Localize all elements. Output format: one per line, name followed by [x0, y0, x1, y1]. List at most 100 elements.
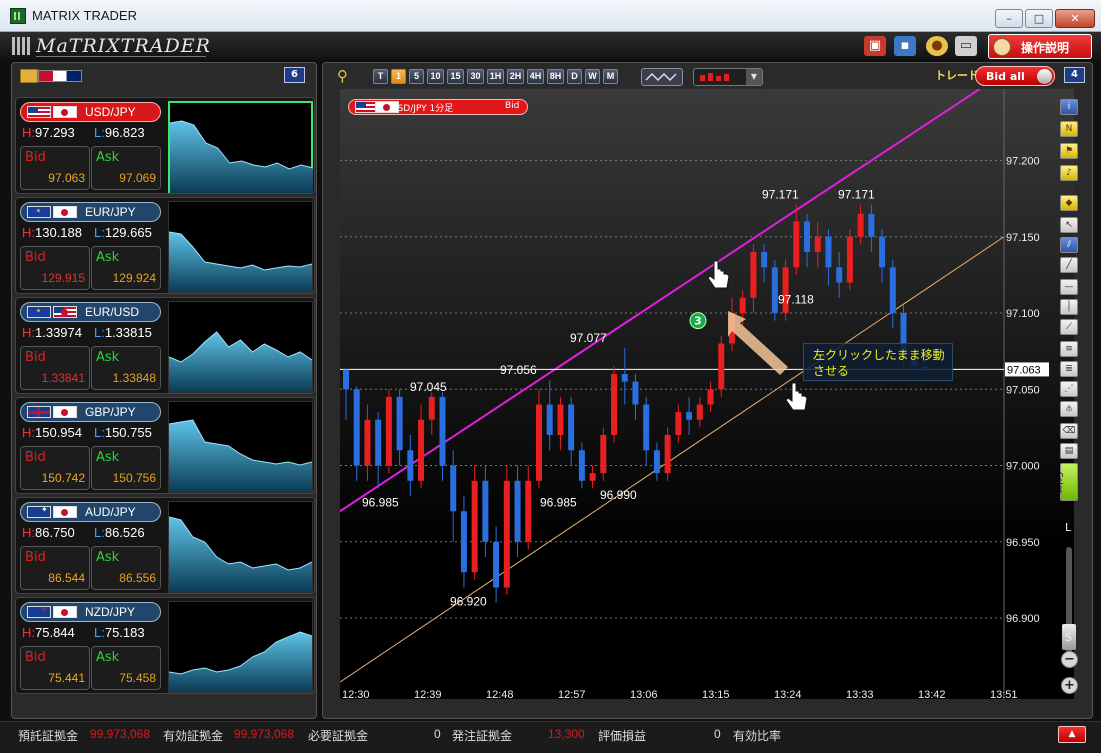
pair-card[interactable]: USD/JPY H:97.293 L:96.823 Bid 97.063 Ask…: [15, 97, 315, 194]
channel-icon[interactable]: ≣: [1060, 361, 1078, 377]
timeframe-button-w[interactable]: W: [585, 69, 600, 84]
bid-all-toggle[interactable]: Bid all: [975, 66, 1055, 86]
mini-chart[interactable]: [168, 101, 313, 193]
candle-style-dropdown[interactable]: ▼: [693, 68, 763, 86]
pair-card[interactable]: AUD/JPY H:86.750 L:86.526 Bid 86.544 Ask…: [15, 497, 315, 594]
palette-icon[interactable]: ●: [926, 36, 948, 56]
logo-mark-icon: [12, 37, 30, 55]
pair-header[interactable]: GBP/JPY: [20, 402, 161, 422]
chart-area[interactable]: 97.200 97.150 97.100 97.050 97.000 96.950 96.9…: [340, 89, 1074, 699]
timeframe-button-5[interactable]: 5: [409, 69, 424, 84]
pair-name: EUR/JPY: [85, 205, 136, 219]
timeframe-button-t[interactable]: T: [373, 69, 388, 84]
expand-up-button[interactable]: ▲: [1058, 726, 1086, 743]
maximize-button[interactable]: □: [1025, 9, 1053, 28]
mini-chart[interactable]: [168, 201, 313, 293]
eraser-icon[interactable]: ⌫: [1060, 423, 1078, 439]
currency-flags-icon[interactable]: [38, 70, 82, 82]
zoom-in-button[interactable]: +: [1061, 677, 1078, 694]
ask-quote-button[interactable]: Ask 97.069: [91, 146, 161, 190]
mini-chart[interactable]: [168, 401, 313, 493]
timeframe-button-m[interactable]: M: [603, 69, 618, 84]
timeframe-button-1h[interactable]: 1H: [487, 69, 504, 84]
toolbox-icon[interactable]: ▣: [864, 36, 886, 56]
save-icon[interactable]: ▪: [894, 36, 916, 56]
timeframe-button-15[interactable]: 15: [447, 69, 464, 84]
jp-flag-icon: [53, 206, 77, 218]
pair-card[interactable]: GBP/JPY H:150.954 L:150.755 Bid 150.742 …: [15, 397, 315, 494]
bid-quote-button[interactable]: Bid 75.441: [20, 646, 90, 690]
timeframe-button-8h[interactable]: 8H: [547, 69, 564, 84]
ask-quote-button[interactable]: Ask 75.458: [91, 646, 161, 690]
timeframe-button-1[interactable]: 1: [391, 69, 406, 84]
ask-label: Ask: [96, 550, 120, 565]
candle-body: [664, 435, 671, 474]
trend-line-icon[interactable]: ╱: [1060, 257, 1078, 273]
zoom-magnifier-icon[interactable]: ⚲: [337, 69, 359, 84]
gann-fan-icon[interactable]: ⋰: [1060, 381, 1078, 397]
bell-icon[interactable]: ♪: [1060, 165, 1078, 181]
timeframe-button-4h[interactable]: 4H: [527, 69, 544, 84]
pair-header[interactable]: EUR/USD: [20, 302, 161, 322]
pitchfork-icon[interactable]: ⫛: [1060, 401, 1078, 417]
horizontal-line-icon[interactable]: —: [1060, 279, 1078, 295]
candle-body: [836, 267, 843, 283]
pair-header[interactable]: AUD/JPY: [20, 502, 161, 522]
help-button[interactable]: 操作説明: [988, 34, 1092, 59]
info-icon[interactable]: i: [1060, 99, 1078, 115]
sparkline: [170, 120, 313, 193]
drawing-tools: i N ⚑ ♪ ◆ ↖ ⫽ ╱ — │ ⟋ ≡ ≣ ⋰ ⫛ ⌫ ▤ Color …: [1055, 99, 1081, 694]
toggle-knob: [1037, 69, 1052, 84]
ask-quote-button[interactable]: Ask 1.33848: [91, 346, 161, 390]
vertical-line-icon[interactable]: │: [1060, 299, 1078, 315]
pair-header[interactable]: EUR/JPY: [20, 202, 161, 222]
bid-quote-button[interactable]: Bid 1.33841: [20, 346, 90, 390]
bid-quote-button[interactable]: Bid 150.742: [20, 446, 90, 490]
zoom-out-button[interactable]: −: [1061, 651, 1078, 668]
news-icon[interactable]: N: [1060, 121, 1078, 137]
pair-card[interactable]: EUR/USD H:1.33974 L:1.33815 Bid 1.33841 …: [15, 297, 315, 394]
y-tick-label: 96.900: [1006, 613, 1040, 625]
bid-quote-button[interactable]: Bid 86.544: [20, 546, 90, 590]
mini-chart[interactable]: [168, 501, 313, 593]
chart-type-button[interactable]: [641, 68, 683, 86]
ask-quote-button[interactable]: Ask 129.924: [91, 246, 161, 290]
fibonacci-retracement-icon[interactable]: ≡: [1060, 341, 1078, 357]
logo-text: MaTRIXTRADER: [36, 35, 211, 57]
trade-label: トレード: [935, 69, 979, 82]
bid-quote-button[interactable]: Bid 97.063: [20, 146, 90, 190]
cursor-icon[interactable]: ↖: [1060, 217, 1078, 233]
pair-card[interactable]: EUR/JPY H:130.188 L:129.665 Bid 129.915 …: [15, 197, 315, 294]
candlestick-chart[interactable]: 97.200 97.150 97.100 97.050 97.000 96.950 96.9…: [340, 89, 1074, 699]
trash-icon[interactable]: ▤: [1060, 443, 1078, 459]
timeframe-button-d[interactable]: D: [567, 69, 582, 84]
folder-icon[interactable]: [20, 69, 38, 83]
pair-count-badge[interactable]: 6: [284, 67, 305, 83]
parallel-line-icon[interactable]: ⫽: [1060, 237, 1078, 253]
timeframe-button-10[interactable]: 10: [427, 69, 444, 84]
x-tick-label: 13:06: [630, 689, 658, 699]
chart-count-badge[interactable]: 4: [1064, 67, 1085, 83]
flag-marker-icon[interactable]: ⚑: [1060, 143, 1078, 159]
bid-price: 129.915: [41, 271, 85, 285]
high-price: H:75.844: [22, 625, 75, 640]
print-icon[interactable]: ▭: [955, 36, 977, 56]
fibonacci-fan-icon[interactable]: ⟋: [1060, 319, 1078, 335]
color-picker-icon[interactable]: Color: [1055, 463, 1078, 501]
window-title: MATRIX TRADER: [32, 8, 137, 23]
timeframe-button-2h[interactable]: 2H: [507, 69, 524, 84]
ask-quote-button[interactable]: Ask 150.756: [91, 446, 161, 490]
bid-quote-button[interactable]: Bid 129.915: [20, 246, 90, 290]
mini-chart[interactable]: [168, 601, 313, 693]
candle-body: [439, 396, 446, 466]
close-button[interactable]: ✕: [1055, 9, 1095, 28]
pair-card[interactable]: NZD/JPY H:75.844 L:75.183 Bid 75.441 Ask…: [15, 597, 315, 694]
pair-header[interactable]: NZD/JPY: [20, 602, 161, 622]
minimize-button[interactable]: –: [995, 9, 1023, 28]
tag-icon[interactable]: ◆: [1060, 195, 1078, 211]
timeframe-button-30[interactable]: 30: [467, 69, 484, 84]
ask-quote-button[interactable]: Ask 86.556: [91, 546, 161, 590]
pair-header[interactable]: USD/JPY: [20, 102, 161, 122]
chevron-down-icon: ▼: [746, 69, 762, 85]
mini-chart[interactable]: [168, 301, 313, 393]
